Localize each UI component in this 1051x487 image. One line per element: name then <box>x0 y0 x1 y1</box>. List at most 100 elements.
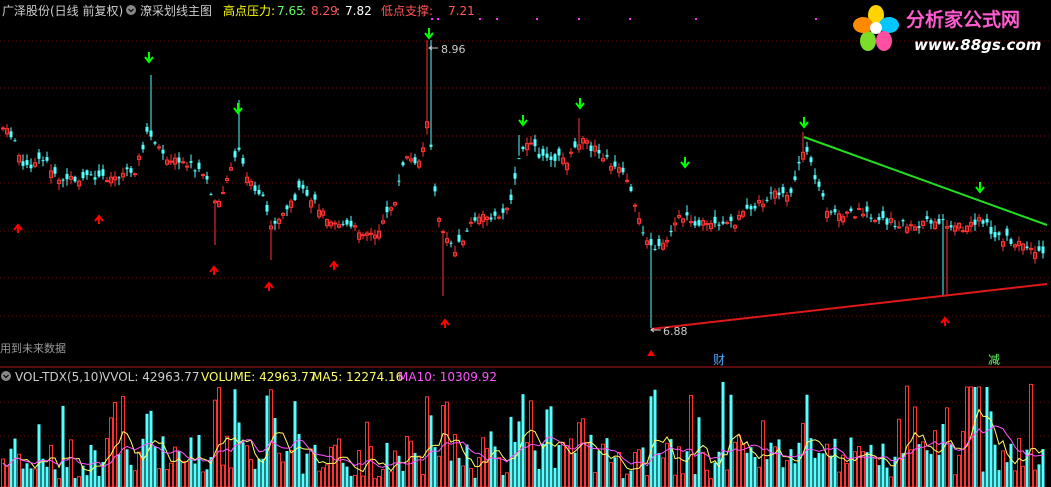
candle-body <box>185 165 189 168</box>
volume-bar <box>349 475 353 487</box>
candle-body <box>193 170 197 172</box>
candle-body <box>849 208 853 211</box>
vvol-value: VVOL: 42963.77 <box>102 370 199 384</box>
candle-body <box>817 181 821 187</box>
candle-body <box>497 216 501 219</box>
candle-body <box>629 186 633 192</box>
candle-body <box>925 216 929 220</box>
candle-body <box>201 174 205 177</box>
candle-body <box>897 226 901 229</box>
high-price-label: 8.96 <box>441 43 466 56</box>
volume-bar <box>93 450 97 487</box>
candle-body <box>29 164 33 169</box>
volume-bar <box>713 462 717 487</box>
candle-body <box>25 160 29 165</box>
candle-body <box>869 217 873 219</box>
candle-body <box>805 146 809 152</box>
candle-body <box>117 177 121 179</box>
candle-body <box>685 212 689 216</box>
candle-body <box>769 192 773 194</box>
candle-body <box>257 189 261 195</box>
candle-body <box>397 180 401 182</box>
candle-body <box>61 179 65 181</box>
volume-bar <box>61 405 65 487</box>
volume-bar <box>917 444 921 487</box>
volume-dropdown-icon[interactable] <box>1 371 11 381</box>
volume-bar <box>789 449 793 487</box>
volume-bar <box>649 396 653 487</box>
candle-body <box>541 148 545 156</box>
dropdown-icon[interactable] <box>126 5 136 15</box>
candle-body <box>345 219 349 225</box>
candle-body <box>285 205 289 210</box>
volume-bar <box>813 457 817 487</box>
logo-title: 分析家公式网 <box>906 8 1020 31</box>
volume-bar <box>257 458 261 487</box>
candle-body <box>845 211 849 214</box>
volume-bar <box>29 468 33 487</box>
volume-bar <box>533 450 537 487</box>
candle-body <box>973 219 977 225</box>
volume-bar <box>53 469 57 487</box>
candle-body <box>1029 247 1033 250</box>
candle-body <box>457 234 461 242</box>
volume-bar <box>457 457 461 487</box>
volume-bar <box>89 444 93 487</box>
volume-bar <box>25 463 29 487</box>
volume-bar <box>305 453 309 487</box>
volume-bar <box>981 471 985 487</box>
candle-body <box>713 216 717 224</box>
volume-bar <box>697 417 701 487</box>
candle-body <box>797 161 801 164</box>
volume-bar <box>781 467 785 487</box>
candle-body <box>101 169 105 176</box>
logo-url: www.88gs.com <box>914 36 1041 54</box>
candle-body <box>549 156 553 160</box>
candle-body <box>553 154 557 161</box>
candle-body <box>349 220 353 227</box>
volume-bar <box>433 447 437 487</box>
candle-body <box>21 161 25 166</box>
candle-body <box>877 217 881 221</box>
candle-body <box>901 220 905 222</box>
candle-body <box>233 151 237 158</box>
candle-body <box>997 232 1001 236</box>
volume-bar <box>41 458 45 487</box>
candle-body <box>909 224 913 227</box>
candle-body <box>501 208 505 213</box>
candle-body <box>829 211 833 213</box>
volume-bar <box>821 453 825 487</box>
candle-body <box>537 153 541 158</box>
volume-bar <box>189 437 193 487</box>
volume-bar <box>117 454 121 487</box>
volume-bar <box>621 478 625 487</box>
volume-header: VOL-TDX(5,10) VVOL: 42963.77 VOLUME: 429… <box>1 370 497 384</box>
candle-body <box>821 193 825 197</box>
candle-body <box>625 179 629 182</box>
volume-bar <box>797 442 801 487</box>
candle-body <box>653 248 657 250</box>
volume-bar <box>769 442 773 487</box>
volume-bar <box>929 453 933 487</box>
candle-body <box>641 232 645 234</box>
volume-bar <box>153 446 157 487</box>
candle-body <box>237 147 241 150</box>
volume-bar <box>489 431 493 487</box>
ma5-value: MA5: 12274.16 <box>312 370 403 384</box>
candle-body <box>37 152 41 159</box>
candle-body <box>857 207 861 210</box>
candle-body <box>53 167 57 174</box>
candle-body <box>557 148 561 156</box>
stock-chart[interactable]: 8.96 6.88 财 减 广泽股份 (日线 前复权) 潦采划线主图 高点压力:… <box>0 0 1051 487</box>
volume-bar <box>597 450 601 487</box>
candle-body <box>1041 246 1045 254</box>
candle-body <box>833 209 837 213</box>
volume-bar <box>97 475 101 487</box>
candle-body <box>301 184 305 189</box>
candle-body <box>917 226 921 228</box>
candle-body <box>853 216 857 219</box>
candle-body <box>621 167 625 173</box>
volume-bar <box>973 387 977 487</box>
candle-body <box>145 126 149 132</box>
candle-body <box>657 238 661 246</box>
